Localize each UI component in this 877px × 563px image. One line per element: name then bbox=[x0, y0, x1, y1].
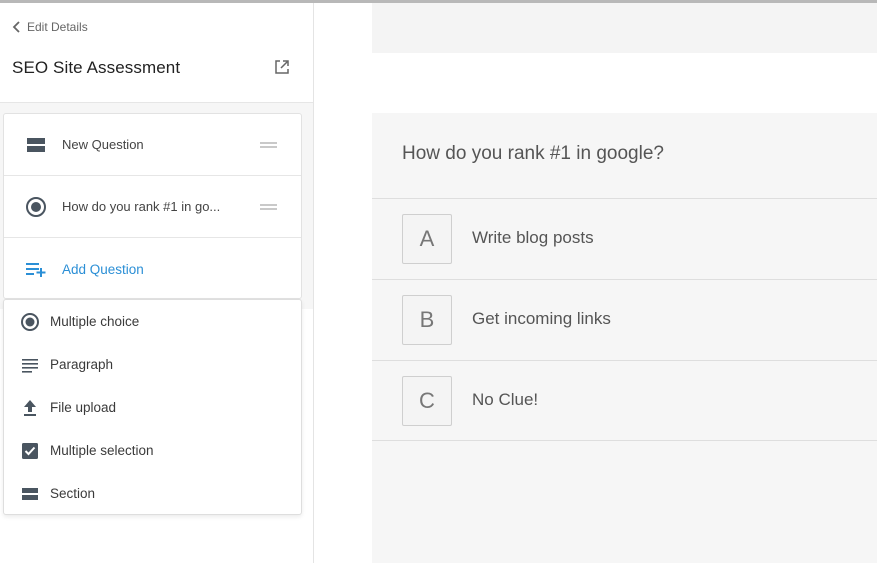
option-letter: A bbox=[402, 214, 452, 264]
upload-icon bbox=[20, 398, 40, 418]
editor-sidebar: Edit Details SEO Site Assessment New Que… bbox=[0, 3, 314, 563]
option-text: Get incoming links bbox=[472, 309, 611, 328]
question-text: How do you rank #1 in google? bbox=[402, 143, 664, 164]
radio-icon bbox=[25, 196, 47, 218]
question-item-label: How do you rank #1 in go... bbox=[62, 199, 221, 214]
menu-item-file-upload[interactable]: File upload bbox=[4, 386, 301, 429]
section-icon bbox=[25, 134, 47, 156]
open-external-icon[interactable] bbox=[274, 59, 290, 75]
paragraph-icon bbox=[20, 355, 40, 375]
menu-item-label: Section bbox=[50, 486, 96, 501]
option-text: No Clue! bbox=[472, 390, 539, 409]
add-question-menu: Multiple choice Paragraph File upload Mu… bbox=[3, 299, 302, 515]
menu-item-label: File upload bbox=[50, 400, 117, 415]
checkbox-icon bbox=[20, 441, 40, 461]
option-text: Write blog posts bbox=[472, 228, 594, 247]
back-link-label: Edit Details bbox=[27, 20, 88, 34]
menu-item-section[interactable]: Section bbox=[4, 472, 301, 515]
page-title: SEO Site Assessment bbox=[12, 58, 181, 77]
chevron-left-icon bbox=[12, 21, 20, 33]
menu-item-label: Multiple selection bbox=[50, 443, 154, 458]
question-item-rank-google[interactable]: How do you rank #1 in go... bbox=[4, 176, 301, 238]
sidebar-header: Edit Details SEO Site Assessment bbox=[0, 3, 313, 103]
form-preview: How do you rank #1 in google? A Write bl… bbox=[314, 3, 877, 563]
answer-option-c[interactable]: C No Clue! bbox=[372, 360, 877, 441]
menu-item-label: Multiple choice bbox=[50, 314, 140, 329]
edit-details-back-link[interactable]: Edit Details bbox=[12, 20, 88, 34]
drag-handle-icon[interactable] bbox=[260, 203, 277, 210]
add-list-icon bbox=[25, 258, 47, 280]
menu-item-multiple-selection[interactable]: Multiple selection bbox=[4, 429, 301, 472]
add-question-button[interactable]: Add Question bbox=[4, 238, 301, 300]
answer-option-b[interactable]: B Get incoming links bbox=[372, 279, 877, 360]
menu-item-label: Paragraph bbox=[50, 357, 114, 372]
preview-header-band bbox=[372, 3, 877, 53]
section-icon bbox=[20, 484, 40, 504]
option-letter: C bbox=[402, 376, 452, 426]
radio-icon bbox=[20, 312, 40, 332]
question-item-new-question[interactable]: New Question bbox=[4, 114, 301, 176]
question-list: New Question How do you rank #1 in go...… bbox=[3, 113, 302, 299]
menu-item-multiple-choice[interactable]: Multiple choice bbox=[4, 300, 301, 343]
drag-handle-icon[interactable] bbox=[260, 141, 277, 148]
add-question-label: Add Question bbox=[62, 261, 144, 277]
question-preview-panel: How do you rank #1 in google? A Write bl… bbox=[372, 113, 877, 563]
question-item-label: New Question bbox=[62, 137, 144, 152]
option-letter: B bbox=[402, 295, 452, 345]
answer-option-a[interactable]: A Write blog posts bbox=[372, 198, 877, 279]
menu-item-paragraph[interactable]: Paragraph bbox=[4, 343, 301, 386]
